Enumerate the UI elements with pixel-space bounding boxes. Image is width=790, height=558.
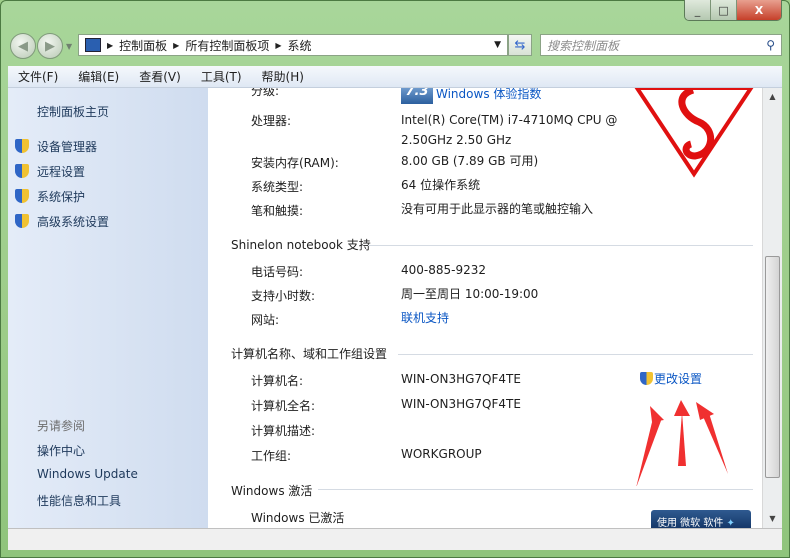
website-label: 网站: xyxy=(251,313,280,327)
processor-label: 处理器: xyxy=(251,114,292,128)
description-label: 计算机描述: xyxy=(251,424,316,438)
processor-value: Intel(R) Core(TM) i7-4710MQ CPU @ 2.50GH… xyxy=(401,113,618,147)
change-settings-link[interactable]: 更改设置 xyxy=(654,369,702,389)
recent-pages-dropdown[interactable]: ▼ xyxy=(66,42,72,51)
pen-touch-label: 笔和触摸: xyxy=(251,204,304,218)
nav-buttons: ◀ ▶ xyxy=(10,33,63,59)
workgroup-value: WORKGROUP xyxy=(401,447,482,461)
ram-value: 8.00 GB (7.89 GB 可用) xyxy=(401,154,539,168)
close-button[interactable]: X xyxy=(737,0,781,20)
brand-logo xyxy=(634,88,754,178)
sidebar-item-device-manager[interactable]: 设备管理器 xyxy=(37,138,97,155)
hours-value: 周一至周日 10:00-19:00 xyxy=(401,287,539,301)
vertical-scrollbar[interactable]: ▲ ▼ xyxy=(762,88,782,528)
menu-file[interactable]: 文件(F) xyxy=(8,68,68,85)
divider xyxy=(318,489,753,490)
see-also-heading: 另请参阅 xyxy=(37,419,86,433)
scroll-thumb[interactable] xyxy=(765,256,780,478)
genuine-microsoft-badge: 使用 微软 软件 ✦ xyxy=(651,510,751,528)
computer-name-label: 计算机名: xyxy=(251,374,304,388)
chevron-right-icon[interactable]: ▶ xyxy=(275,41,281,50)
computer-name-value: WIN-ON3HG7QF4TE xyxy=(401,372,521,386)
maximize-button[interactable]: □ xyxy=(711,0,737,20)
computer-name-heading: 计算机名称、域和工作组设置 xyxy=(231,347,388,361)
shield-icon xyxy=(15,214,29,228)
forward-button[interactable]: ▶ xyxy=(37,33,63,59)
control-panel-icon xyxy=(85,38,101,52)
see-also-action-center[interactable]: 操作中心 xyxy=(37,442,85,459)
address-dropdown-icon[interactable]: ▼ xyxy=(494,40,501,50)
breadcrumb-control-panel[interactable]: 控制面板 xyxy=(119,37,167,54)
red-arrows-annotation xyxy=(636,400,728,486)
activation-status: Windows 已激活 xyxy=(251,511,345,525)
system-type-label: 系统类型: xyxy=(251,180,304,194)
search-input[interactable]: 搜索控制面板 ⚲ xyxy=(540,34,782,56)
scroll-down-arrow-icon[interactable]: ▼ xyxy=(763,510,782,528)
shield-icon xyxy=(15,189,29,203)
menu-view[interactable]: 查看(V) xyxy=(129,68,191,85)
divider xyxy=(368,245,753,246)
shield-icon xyxy=(15,139,29,153)
activation-heading: Windows 激活 xyxy=(231,484,313,498)
menu-bar: 文件(F) 编辑(E) 查看(V) 工具(T) 帮助(H) xyxy=(8,66,782,88)
pen-touch-value: 没有可用于此显示器的笔或触控输入 xyxy=(401,202,594,216)
support-heading: Shinelon notebook 支持 xyxy=(231,238,371,252)
rating-label: 分级: xyxy=(251,88,280,98)
chevron-right-icon[interactable]: ▶ xyxy=(107,41,113,50)
phone-label: 电话号码: xyxy=(251,265,304,279)
shield-icon xyxy=(640,372,653,385)
phone-value: 400-885-9232 xyxy=(401,263,487,277)
address-bar[interactable]: ▶ 控制面板 ▶ 所有控制面板项 ▶ 系统 ▼ xyxy=(78,34,508,56)
sidebar-item-protection[interactable]: 系统保护 xyxy=(37,188,85,205)
divider xyxy=(398,354,753,355)
status-bar xyxy=(8,528,782,550)
menu-help[interactable]: 帮助(H) xyxy=(252,68,314,85)
workgroup-label: 工作组: xyxy=(251,449,292,463)
sidebar-item-advanced[interactable]: 高级系统设置 xyxy=(37,213,109,230)
see-also-windows-update[interactable]: Windows Update xyxy=(37,467,138,481)
back-button[interactable]: ◀ xyxy=(10,33,36,59)
breadcrumb-all-items[interactable]: 所有控制面板项 xyxy=(185,37,269,54)
menu-tools[interactable]: 工具(T) xyxy=(191,68,252,85)
sidebar-home[interactable]: 控制面板主页 xyxy=(37,103,109,120)
minimize-button[interactable]: _ xyxy=(685,0,711,20)
refresh-button[interactable]: ⇆ xyxy=(508,34,532,56)
ram-label: 安装内存(RAM): xyxy=(251,156,339,170)
search-icon[interactable]: ⚲ xyxy=(766,38,775,52)
breadcrumb-system[interactable]: 系统 xyxy=(288,37,312,54)
full-name-value: WIN-ON3HG7QF4TE xyxy=(401,397,521,411)
search-placeholder: 搜索控制面板 xyxy=(547,38,620,53)
sidebar: 控制面板主页 设备管理器 远程设置 系统保护 高级系统设置 另请参阅 操作中心 … xyxy=(8,88,208,528)
shield-icon xyxy=(15,164,29,178)
full-name-label: 计算机全名: xyxy=(251,399,316,413)
window-controls: _ □ X xyxy=(684,0,782,21)
online-support-link[interactable]: 联机支持 xyxy=(401,308,449,328)
chevron-right-icon[interactable]: ▶ xyxy=(173,41,179,50)
scroll-up-arrow-icon[interactable]: ▲ xyxy=(763,88,782,106)
system-type-value: 64 位操作系统 xyxy=(401,178,481,192)
sidebar-item-remote[interactable]: 远程设置 xyxy=(37,163,85,180)
experience-index-link[interactable]: Windows 体验指数 xyxy=(436,88,541,104)
hours-label: 支持小时数: xyxy=(251,289,316,303)
star-icon: ✦ xyxy=(726,518,735,528)
main-content: 分级: 7.3 Windows 体验指数 处理器: Intel(R) Core(… xyxy=(208,88,762,528)
see-also-performance[interactable]: 性能信息和工具 xyxy=(37,492,121,509)
rating-score: 7.3 xyxy=(401,88,433,104)
menu-edit[interactable]: 编辑(E) xyxy=(68,68,129,85)
badge-text: 使用 微软 软件 xyxy=(657,518,724,528)
